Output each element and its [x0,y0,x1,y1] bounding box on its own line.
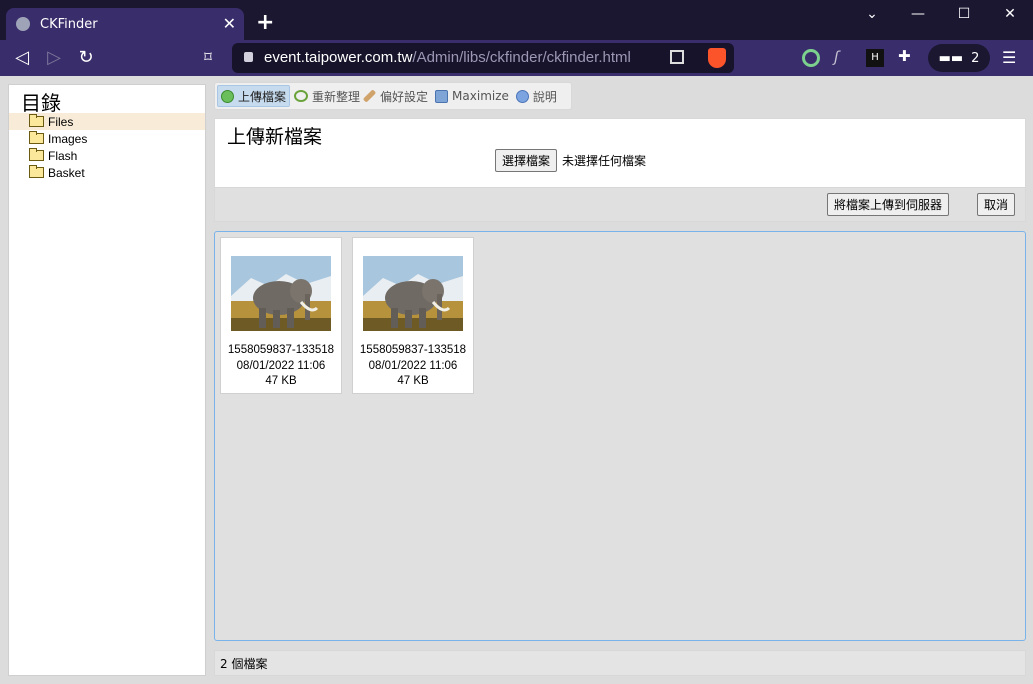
folder-item-images[interactable]: Images [9,130,205,147]
folder-icon [29,131,44,144]
upload-to-server-button[interactable]: 將檔案上傳到伺服器 [827,193,950,216]
file-name: 1558059837-133518 [227,344,335,356]
maximize-icon [435,89,449,103]
choose-file-button[interactable]: 選擇檔案 [495,149,558,172]
folder-item-files[interactable]: Files [9,113,205,130]
elephant-thumbnail [231,256,331,331]
close-tab-icon[interactable]: ✕ [223,14,236,33]
folder-label: Basket [48,165,85,180]
settings-button[interactable]: 偏好設定 [362,85,431,107]
help-icon [515,89,529,103]
glasses-icon: ▬▬ [938,50,964,66]
address-bar[interactable]: event.taipower.com.tw/Admin/libs/ckfinde… [232,43,734,73]
extensions-puzzle-icon[interactable]: ✚ [898,47,916,65]
tab-title: CKFinder [40,16,98,32]
finder-toolbar: 上傳檔案 重新整理 偏好設定 Maximize 說明 [214,82,572,110]
maximize-label: Maximize [452,89,509,103]
ckfinder-page: 目錄 Files Images Flash Basket 上傳檔案 重新整理 偏… [0,76,1033,684]
browser-tab-strip: CKFinder ✕ + ⌄ — ☐ ✕ [0,0,1033,40]
file-date: 08/01/2022 11:06 [368,360,458,372]
folder-icon [29,114,44,127]
maximize-button[interactable]: Maximize [432,85,512,107]
file-date: 08/01/2022 11:06 [236,360,326,372]
settings-label: 偏好設定 [380,89,429,104]
upload-label: 上傳檔案 [238,89,287,104]
file-name: 1558059837-133518 [359,344,467,356]
browser-menu-icon[interactable]: ☰ [1002,48,1016,67]
file-card[interactable]: 1558059837-133518 08/01/2022 11:06 47 KB [220,237,342,394]
wrench-icon [362,89,377,103]
extension-n-icon[interactable]: H [866,49,884,67]
back-icon[interactable]: ◁ [10,47,34,68]
help-label: 說明 [532,89,557,104]
folder-label: Images [48,131,88,146]
globe-icon [16,17,30,31]
file-list: 1558059837-133518 08/01/2022 11:06 47 KB [214,231,1026,641]
qr-code-icon[interactable] [670,50,684,64]
folder-icon [29,165,44,178]
help-button[interactable]: 說明 [513,85,560,107]
no-file-text: 未選擇任何檔案 [562,154,647,168]
lock-icon [244,52,253,62]
tab-search-icon[interactable]: ⌄ [857,6,887,22]
refresh-label: 重新整理 [312,89,361,104]
folder-label: Files [48,114,74,129]
status-bar: 2 個檔案 [214,650,1026,676]
extension-s-icon[interactable]: ʃ [834,48,852,66]
elephant-thumbnail [363,256,463,331]
brave-shields-icon[interactable] [708,48,726,68]
browser-tab[interactable]: CKFinder ✕ [6,8,244,40]
folder-item-basket[interactable]: Basket [9,164,205,181]
refresh-icon [294,90,309,102]
forward-icon: ▷ [47,47,61,68]
file-picker: 選擇檔案 未選擇任何檔案 [495,149,646,172]
browser-toolbar: ◁ ▷ ↻ ⌑ event.taipower.com.tw/Admin/libs… [0,40,1033,76]
folder-sidebar: 目錄 Files Images Flash Basket [8,84,206,676]
file-card[interactable]: 1558059837-133518 08/01/2022 11:06 47 KB [352,237,474,394]
folder-item-flash[interactable]: Flash [9,147,205,164]
folder-icon [29,148,44,161]
extension-ring-icon[interactable] [802,49,820,67]
upload-icon [221,89,234,103]
cancel-button[interactable]: 取消 [977,193,1016,216]
file-size: 47 KB [397,375,429,387]
maximize-window-icon[interactable]: ☐ [949,6,979,22]
refresh-button[interactable]: 重新整理 [291,85,363,107]
new-tab-button[interactable]: + [256,10,274,35]
profile-button[interactable]: ▬▬ 2 [928,44,990,72]
bookmark-icon[interactable]: ⌑ [196,48,220,66]
folder-label: Flash [48,148,78,163]
file-size: 47 KB [265,375,297,387]
sidebar-title: 目錄 [21,91,61,115]
upload-button[interactable]: 上傳檔案 [217,85,291,107]
upload-panel: 上傳新檔案 選擇檔案 未選擇任何檔案 [214,118,1026,188]
reload-icon[interactable]: ↻ [74,47,98,68]
minimize-icon[interactable]: — [903,6,933,22]
close-window-icon[interactable]: ✕ [995,6,1025,22]
url-text: event.taipower.com.tw/Admin/libs/ckfinde… [264,49,631,66]
profile-count: 2 [971,50,980,66]
upload-action-bar: 將檔案上傳到伺服器 取消 [214,188,1026,222]
upload-panel-title: 上傳新檔案 [227,126,323,148]
